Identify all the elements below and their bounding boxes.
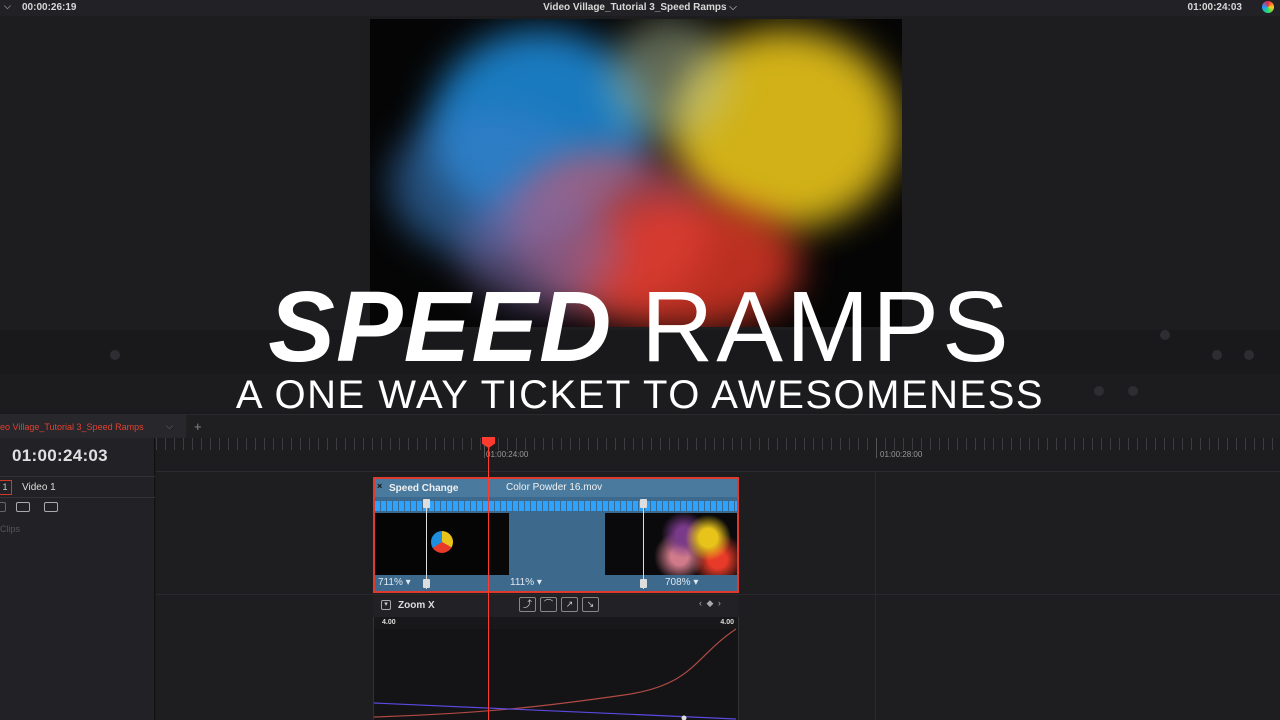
track-header-panel: 01:00:24:03 1 Video 1 Clips	[0, 438, 155, 720]
record-timecode: 01:00:24:03	[1187, 2, 1242, 13]
timeline-timecode: 01:00:24:03	[12, 446, 108, 465]
thumbnail-burst	[431, 531, 453, 553]
title-bold-word: SPEED	[268, 271, 613, 383]
speed-point-handle[interactable]	[640, 499, 647, 508]
thumbnail	[605, 513, 641, 575]
speed-point-handle[interactable]	[423, 499, 430, 508]
keyframe-navigator[interactable]: ‹ ◆ ›	[699, 598, 722, 609]
curve-toggle-icon[interactable]: ▾	[381, 600, 391, 610]
playhead-line[interactable]	[488, 446, 489, 720]
speed-segment-fill	[509, 513, 605, 575]
ruler-major-tick	[876, 438, 877, 458]
curve-graph-svg	[374, 628, 738, 720]
speed-segment-1[interactable]: 711% ▾	[378, 577, 411, 588]
speed-point-line	[643, 505, 644, 589]
ease-out-button[interactable]: ↗	[561, 597, 578, 612]
speed-point-handle[interactable]	[640, 579, 647, 588]
overlay-title: SPEED RAMPS	[0, 272, 1280, 382]
title-light-word: RAMPS	[641, 271, 1012, 383]
track-number[interactable]: 1	[0, 480, 12, 495]
lock-icon[interactable]	[0, 502, 6, 512]
curve-editor-graph[interactable]: 4.00 4.00	[373, 617, 739, 720]
ease-in-out-button[interactable]: ⌒	[540, 597, 557, 612]
track-visibility-icon[interactable]	[44, 502, 58, 512]
clip-header: × Speed Change Color Powder 16.mov	[375, 479, 737, 497]
thumbnail	[375, 513, 489, 575]
title-chevron-icon[interactable]: ⌵	[729, 2, 737, 13]
top-bar: ⌵ 00:00:26:19 Video Village_Tutorial 3_S…	[0, 0, 1280, 16]
curve-editor-bar: ▾ Zoom X ⤴ ⌒ ↗ ↘ ‹ ◆ ›	[373, 595, 739, 617]
clips-count: Clips	[0, 524, 21, 534]
chevron-down-icon[interactable]: ⌵	[166, 421, 173, 432]
grid-line	[875, 472, 876, 720]
video-clip[interactable]: × Speed Change Color Powder 16.mov 711% …	[373, 477, 739, 593]
timeline-ruler[interactable]: 01:00:24:00 01:00:28:00	[156, 438, 1280, 472]
add-timeline-icon[interactable]: +	[194, 419, 202, 434]
color-wheel-icon[interactable]	[1262, 1, 1274, 13]
speed-segment-3[interactable]: 708% ▾	[665, 577, 698, 588]
auto-select-icon[interactable]	[16, 502, 30, 512]
curve-parameter-label[interactable]: Zoom X	[398, 600, 435, 611]
thumbnail	[489, 513, 509, 575]
speed-segment-2[interactable]: 111% ▾	[510, 577, 542, 588]
speed-change-label[interactable]: Speed Change	[389, 483, 458, 494]
overlay-subtitle: A ONE WAY TICKET TO AWESOMENESS	[235, 373, 1045, 417]
thumbnail	[641, 513, 737, 575]
project-title[interactable]: Video Village_Tutorial 3_Speed Ramps ⌵	[0, 2, 1280, 13]
timeline-tab[interactable]: eo Village_Tutorial 3_Speed Ramps	[0, 415, 186, 439]
track-header-video-1[interactable]: 1 Video 1	[0, 476, 155, 498]
track-name[interactable]: Video 1	[22, 482, 56, 493]
speed-point-line	[426, 505, 427, 589]
linear-button[interactable]: ↘	[582, 597, 599, 612]
ruler-ticks	[156, 438, 1280, 450]
speed-point-handle[interactable]	[423, 579, 430, 588]
close-icon[interactable]: ×	[377, 481, 382, 491]
ruler-label: 01:00:24:00	[486, 450, 529, 459]
ruler-label: 01:00:28:00	[880, 450, 923, 459]
timeline-tab-label: eo Village_Tutorial 3_Speed Ramps	[0, 422, 144, 432]
clip-thumbnails	[375, 513, 737, 575]
clip-name: Color Powder 16.mov	[506, 482, 603, 493]
ease-in-button[interactable]: ⤴	[519, 597, 536, 612]
